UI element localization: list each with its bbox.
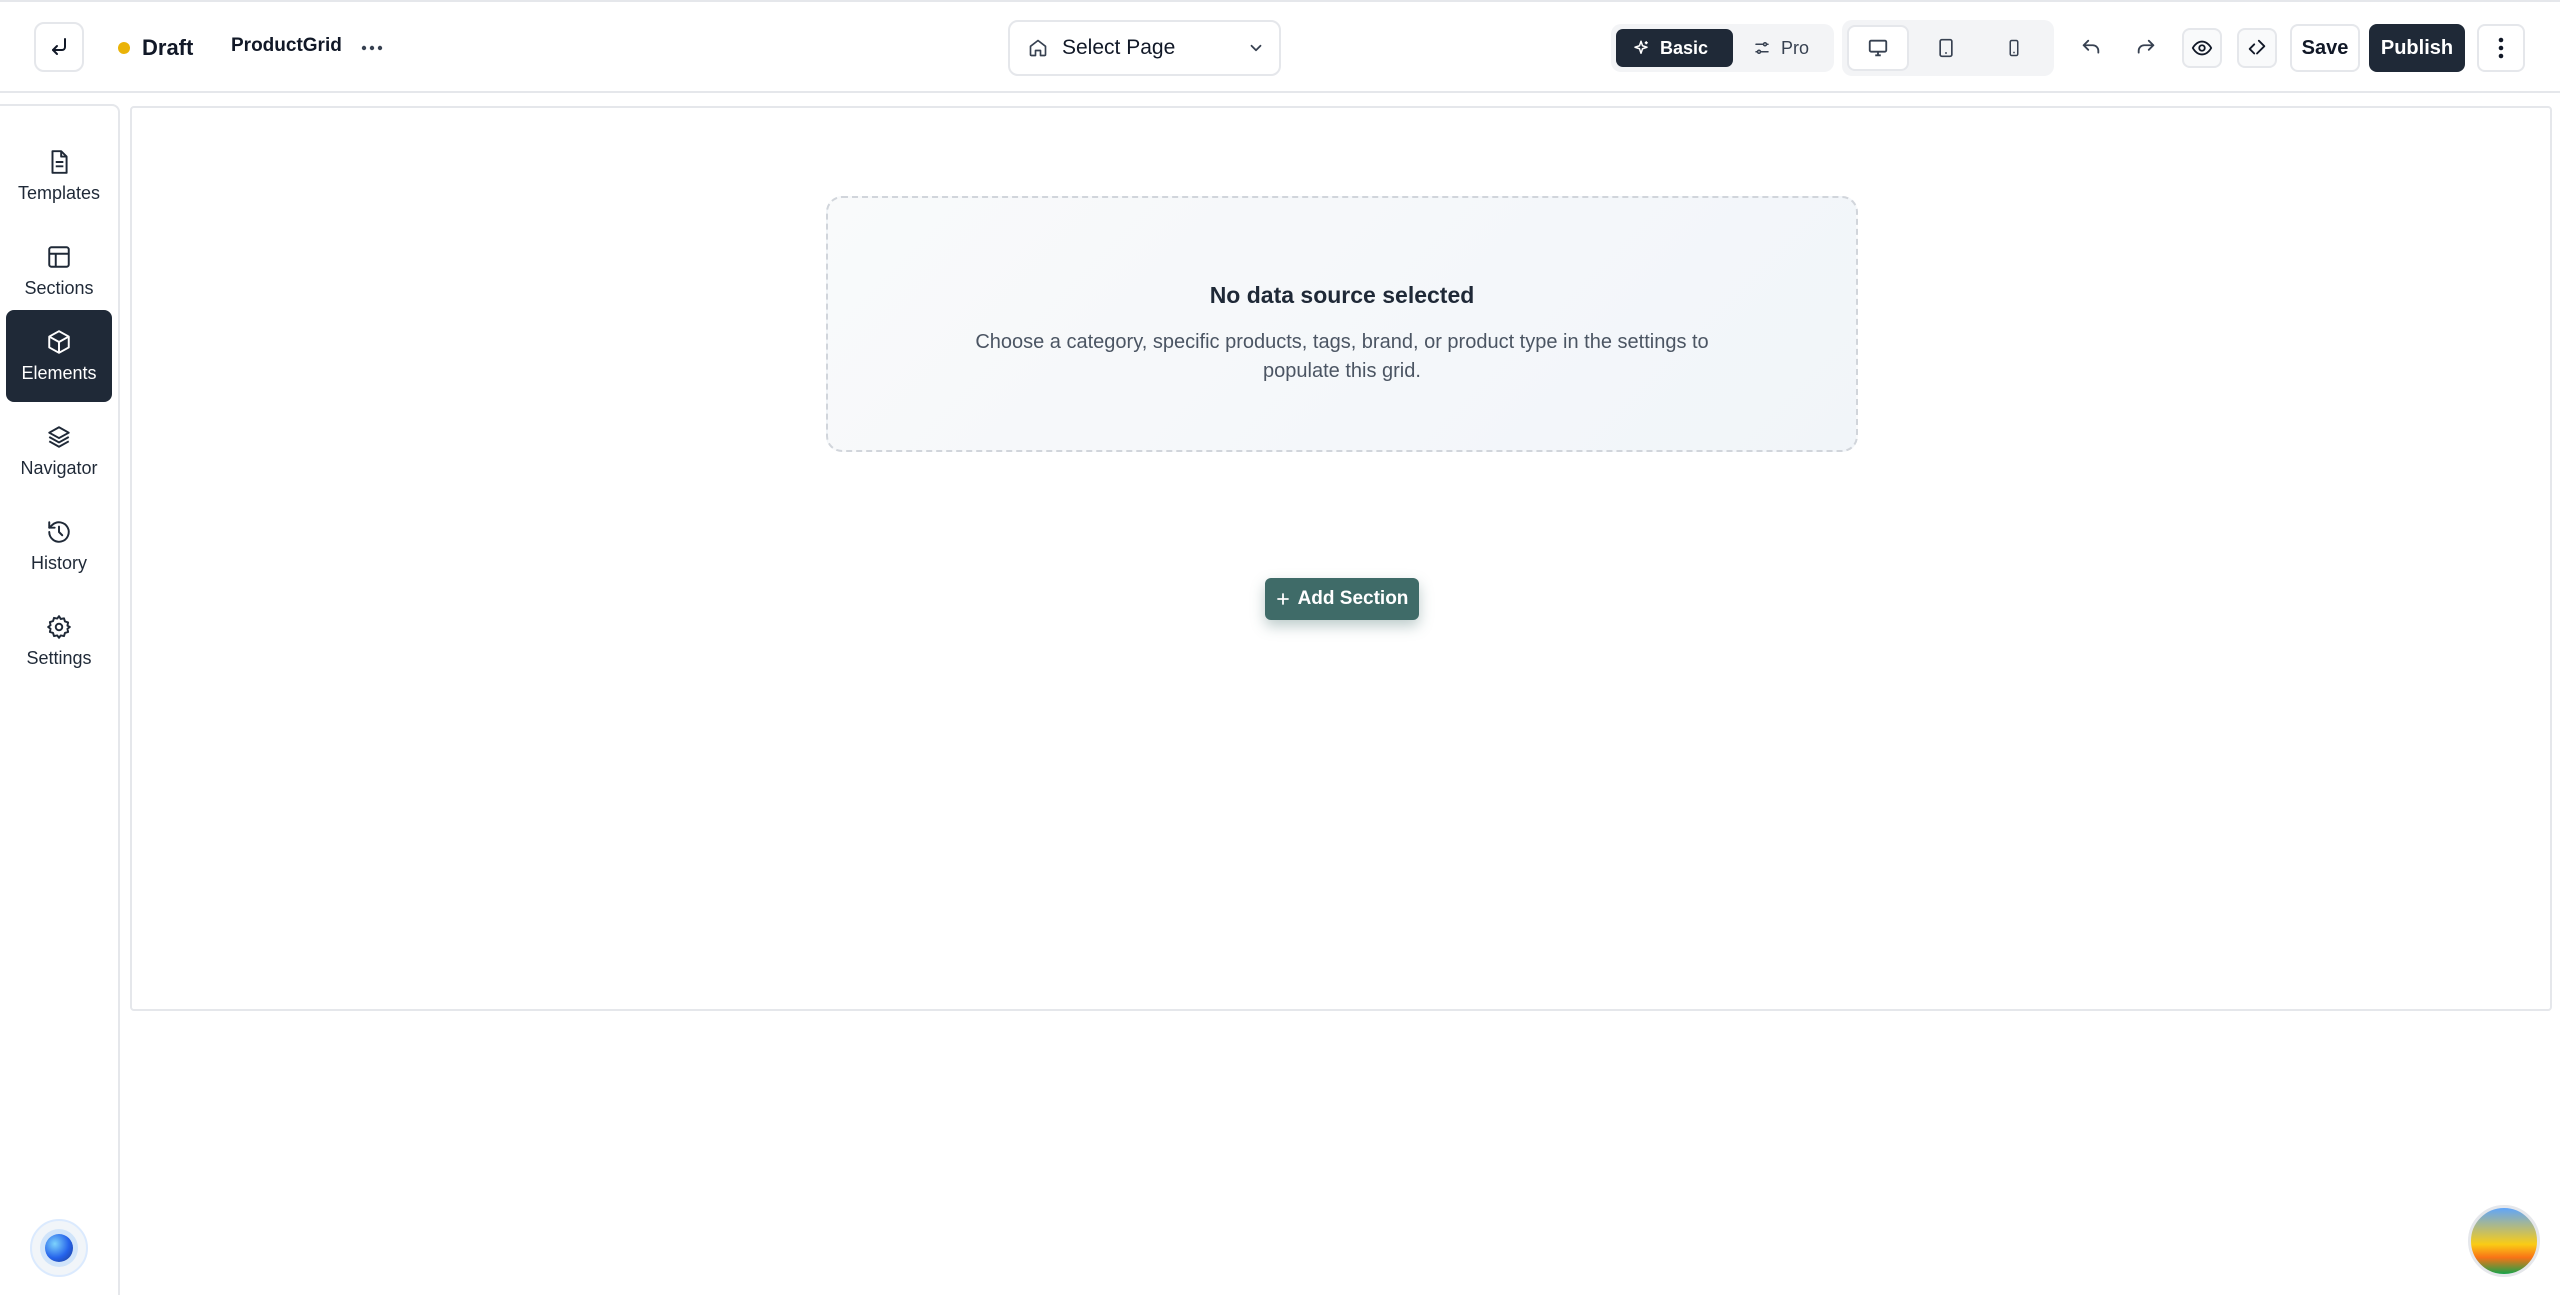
sidebar-item-elements[interactable]: Elements	[6, 310, 112, 402]
mode-toggle: Basic Pro	[1611, 24, 1834, 72]
home-icon	[1029, 39, 1047, 57]
device-tablet-button[interactable]	[1915, 25, 1977, 71]
undo-icon	[2082, 39, 2100, 54]
more-options-button[interactable]	[2477, 24, 2525, 72]
exit-editor-button[interactable]	[34, 22, 84, 72]
return-arrow-icon	[52, 38, 66, 55]
chevron-down-icon	[1250, 44, 1262, 52]
support-avatar-button[interactable]	[2468, 1205, 2540, 1277]
sidebar-item-sections[interactable]: Sections	[6, 225, 112, 317]
mode-basic-label: Basic	[1660, 37, 1709, 58]
publish-button[interactable]: Publish	[2369, 24, 2465, 72]
sliders-icon	[1755, 42, 1769, 54]
sidebar-item-label: History	[30, 552, 87, 573]
plus-icon	[1276, 593, 1289, 605]
mode-basic-button[interactable]: Basic	[1616, 29, 1733, 67]
pen-code-icon	[2248, 39, 2266, 55]
product-grid-empty-state: No data source selected Choose a categor…	[826, 196, 1858, 452]
layers-icon	[48, 425, 70, 448]
empty-state-description: Choose a category, specific products, ta…	[975, 331, 1709, 382]
device-desktop-button[interactable]	[1847, 25, 1909, 71]
sidebar-item-navigator[interactable]: Navigator	[6, 405, 112, 497]
desktop-icon	[1868, 39, 1888, 57]
sidebar-item-history[interactable]: History	[6, 500, 112, 592]
sidebar-item-label: Settings	[26, 647, 92, 668]
ai-assistant-button[interactable]	[30, 1219, 88, 1277]
sidebar-item-label: Elements	[21, 362, 97, 383]
document-icon	[51, 149, 68, 174]
gear-icon	[47, 614, 71, 639]
empty-state-title: No data source selected	[1209, 282, 1475, 308]
edit-code-button[interactable]	[2237, 28, 2277, 68]
sidebar-item-label: Navigator	[20, 457, 98, 478]
more-vertical-icon	[2498, 37, 2504, 59]
sidebar-item-settings[interactable]: Settings	[6, 595, 112, 687]
draft-status: Draft	[118, 34, 193, 62]
cube-icon	[48, 329, 70, 354]
preview-button[interactable]	[2182, 28, 2222, 68]
add-section-button[interactable]: Add Section	[1265, 578, 1419, 620]
editor-canvas[interactable]: No data source selected Choose a categor…	[130, 106, 2552, 1011]
more-horizontal-icon	[361, 45, 383, 51]
redo-button[interactable]	[2126, 28, 2166, 68]
mobile-icon	[2009, 39, 2019, 57]
sidebar-item-label: Templates	[17, 182, 101, 203]
device-switcher	[1842, 20, 2054, 76]
mode-pro-button[interactable]: Pro	[1737, 29, 1825, 67]
top-toolbar: Draft ProductGrid Select Page Basic Pro	[0, 0, 2560, 93]
sidebar-item-label: Sections	[24, 277, 94, 298]
history-icon	[48, 520, 70, 543]
page-name[interactable]: ProductGrid	[231, 35, 342, 57]
orb-icon	[45, 1234, 73, 1262]
sparkle-icon	[1634, 40, 1648, 54]
undo-button[interactable]	[2071, 28, 2111, 68]
sidebar-item-templates[interactable]: Templates	[6, 130, 112, 222]
layout-icon	[48, 245, 70, 268]
eye-icon	[2191, 40, 2213, 56]
page-selector-label: Select Page	[1062, 36, 1176, 59]
redo-icon	[2137, 39, 2155, 54]
status-label: Draft	[142, 35, 194, 60]
save-button[interactable]: Save	[2290, 24, 2360, 72]
device-mobile-button[interactable]	[1983, 25, 2045, 71]
tablet-icon	[1939, 38, 1953, 58]
mode-pro-label: Pro	[1781, 37, 1810, 58]
page-selector[interactable]: Select Page	[1008, 20, 1281, 76]
page-options-button[interactable]	[357, 30, 387, 66]
add-section-label: Add Section	[1297, 588, 1409, 609]
status-dot	[118, 42, 130, 54]
left-sidebar: Templates Sections Elements Navigator Hi…	[0, 104, 120, 1295]
